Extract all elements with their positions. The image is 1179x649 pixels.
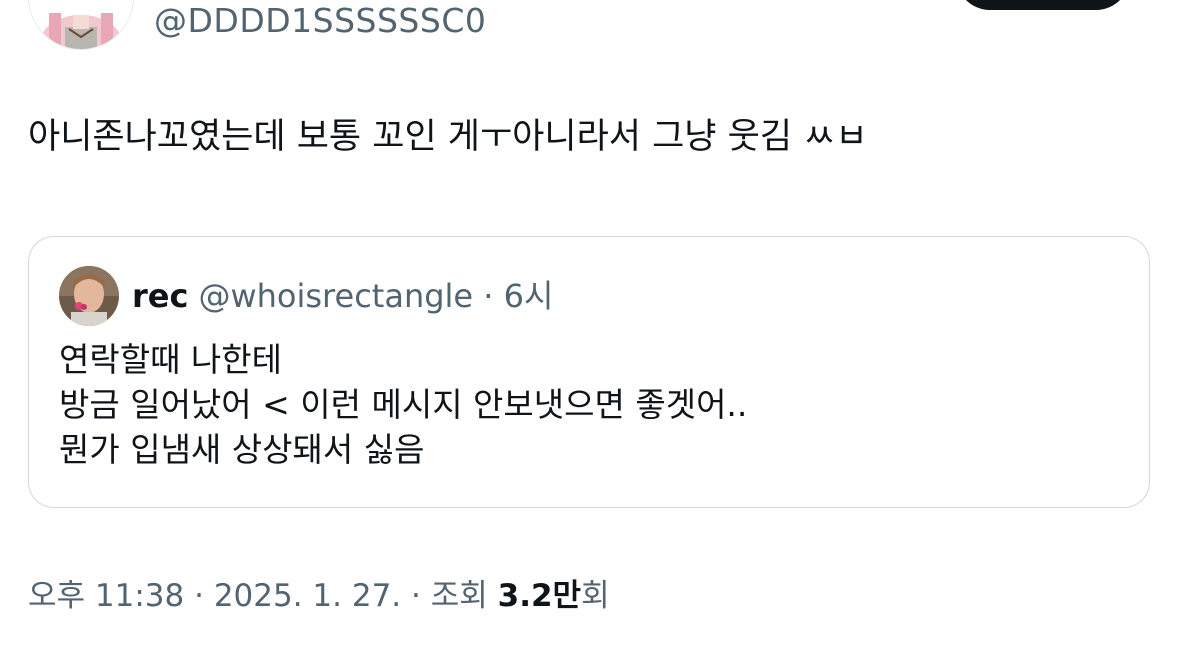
views-count: 3.2만 — [497, 578, 582, 614]
quote-body: 연락할때 나한테 방금 일어났어 < 이런 메시지 안보냇으면 좋겟어.. 뭔가… — [59, 337, 747, 472]
quote-line: 뭔가 입냄새 상상돼서 싫음 — [59, 430, 425, 469]
quote-author-avatar[interactable] — [59, 266, 119, 326]
tweet-date[interactable]: 2025. 1. 27. — [214, 578, 401, 614]
author-avatar[interactable] — [28, 0, 134, 50]
avatar-photo-icon — [59, 266, 119, 326]
tweet-text: 아니존나꼬였는데 보통 꼬인 게ㅜ아니라서 그냥 웃김 ㅆㅂ — [28, 117, 868, 157]
quote-separator: · — [483, 277, 494, 315]
quote-line: 연락할때 나한테 — [59, 340, 283, 379]
views-label: 조회 — [430, 578, 488, 614]
tweet-page: @DDDD1SSSSSSC0 아니존나꼬였는데 보통 꼬인 게ㅜ아니라서 그냥 … — [0, 0, 1179, 649]
avatar-anime-character-icon — [29, 0, 133, 49]
quote-line: 방금 일어났어 < 이런 메시지 안보냇으면 좋겟어.. — [59, 385, 748, 424]
meta-separator: · — [411, 578, 421, 614]
follow-button[interactable] — [956, 0, 1130, 10]
tweet-time[interactable]: 오후 11:38 — [28, 578, 184, 614]
views-unit: 회 — [581, 578, 610, 614]
quote-author-handle[interactable]: @whoisrectangle — [198, 277, 473, 315]
quote-tweet-card[interactable]: rec @whoisrectangle · 6시 연락할때 나한테 방금 일어났어… — [28, 236, 1150, 508]
meta-separator: · — [194, 578, 204, 614]
tweet-meta: 오후 11:38 · 2025. 1. 27. · 조회 3.2만회 — [28, 577, 610, 615]
quote-author-name[interactable]: rec — [132, 277, 188, 315]
quote-header: rec @whoisrectangle · 6시 — [132, 277, 553, 315]
quote-timestamp[interactable]: 6시 — [504, 277, 554, 315]
author-handle[interactable]: @DDDD1SSSSSSC0 — [154, 2, 486, 40]
